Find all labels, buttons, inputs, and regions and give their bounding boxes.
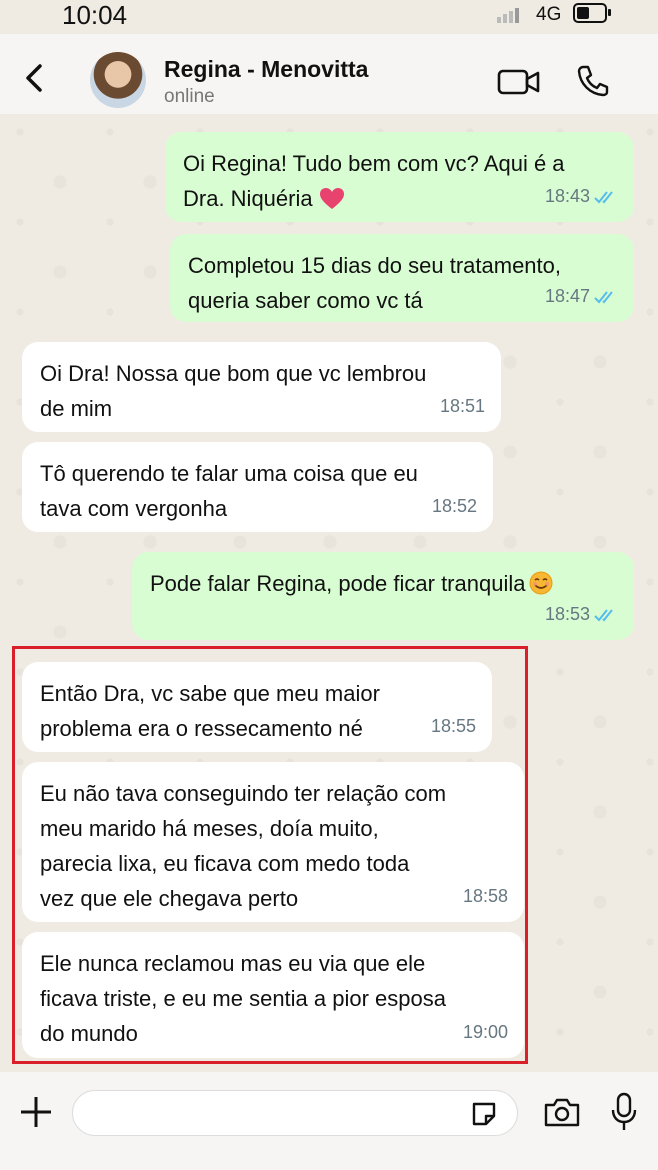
read-receipt-icon: [594, 190, 613, 203]
read-receipt-icon: [594, 290, 613, 303]
message-text: Tô querendo te falar uma coisa que eu tav…: [40, 461, 418, 521]
message-text: Oi Dra! Nossa que bom que vc lembrou de m…: [40, 361, 427, 421]
message-bubble-outgoing[interactable]: Pode falar Regina, pode ficar tranquila …: [132, 552, 634, 640]
smiling-face-emoji-icon: [529, 571, 553, 595]
message-time: 18:53: [544, 604, 590, 624]
heart-emoji-icon: [319, 188, 344, 209]
message-meta: 18:52: [432, 489, 477, 524]
message-time: 18:47: [544, 286, 590, 306]
message-time: 18:43: [544, 186, 590, 206]
status-bar: 10:04 4G: [0, 0, 658, 34]
video-call-icon[interactable]: [497, 68, 541, 96]
message-time: 18:51: [439, 396, 485, 416]
message-meta: 18:47: [545, 279, 618, 314]
message-input[interactable]: [72, 1090, 518, 1136]
message-bubble-incoming[interactable]: Oi Dra! Nossa que bom que vc lembrou de m…: [22, 342, 501, 432]
message-bubble-incoming[interactable]: Tô querendo te falar uma coisa que eu tav…: [22, 442, 493, 532]
message-meta: 18:43: [545, 179, 618, 214]
battery-icon: [573, 3, 611, 23]
plus-icon[interactable]: [18, 1094, 54, 1130]
network-type: 4G: [536, 4, 562, 25]
status-time: 10:04: [62, 0, 128, 30]
camera-icon[interactable]: [543, 1096, 581, 1128]
contact-status: online: [164, 86, 215, 107]
contact-name[interactable]: Regina - Menovitta: [164, 56, 368, 83]
phone-call-icon[interactable]: [576, 64, 610, 98]
back-arrow-icon[interactable]: [20, 60, 50, 96]
highlight-box: [12, 646, 528, 1064]
message-meta: 18:51: [440, 389, 485, 424]
message-meta: 18:53: [545, 597, 618, 632]
message-bubble-outgoing[interactable]: Oi Regina! Tudo bem com vc? Aqui é a Dra.…: [165, 132, 634, 222]
read-receipt-icon: [594, 608, 613, 621]
microphone-icon[interactable]: [609, 1092, 639, 1132]
message-time: 18:52: [431, 496, 477, 516]
message-text: Pode falar Regina, pode ficar tranquila: [150, 566, 616, 601]
message-bubble-outgoing[interactable]: Completou 15 dias do seu tratamento, quer…: [170, 234, 634, 322]
sticker-icon[interactable]: [470, 1100, 498, 1128]
signal-icon: [497, 5, 521, 23]
message-input-bar: [0, 1072, 658, 1170]
chat-header: Regina - Menovitta online: [0, 34, 658, 114]
avatar[interactable]: [90, 52, 146, 108]
